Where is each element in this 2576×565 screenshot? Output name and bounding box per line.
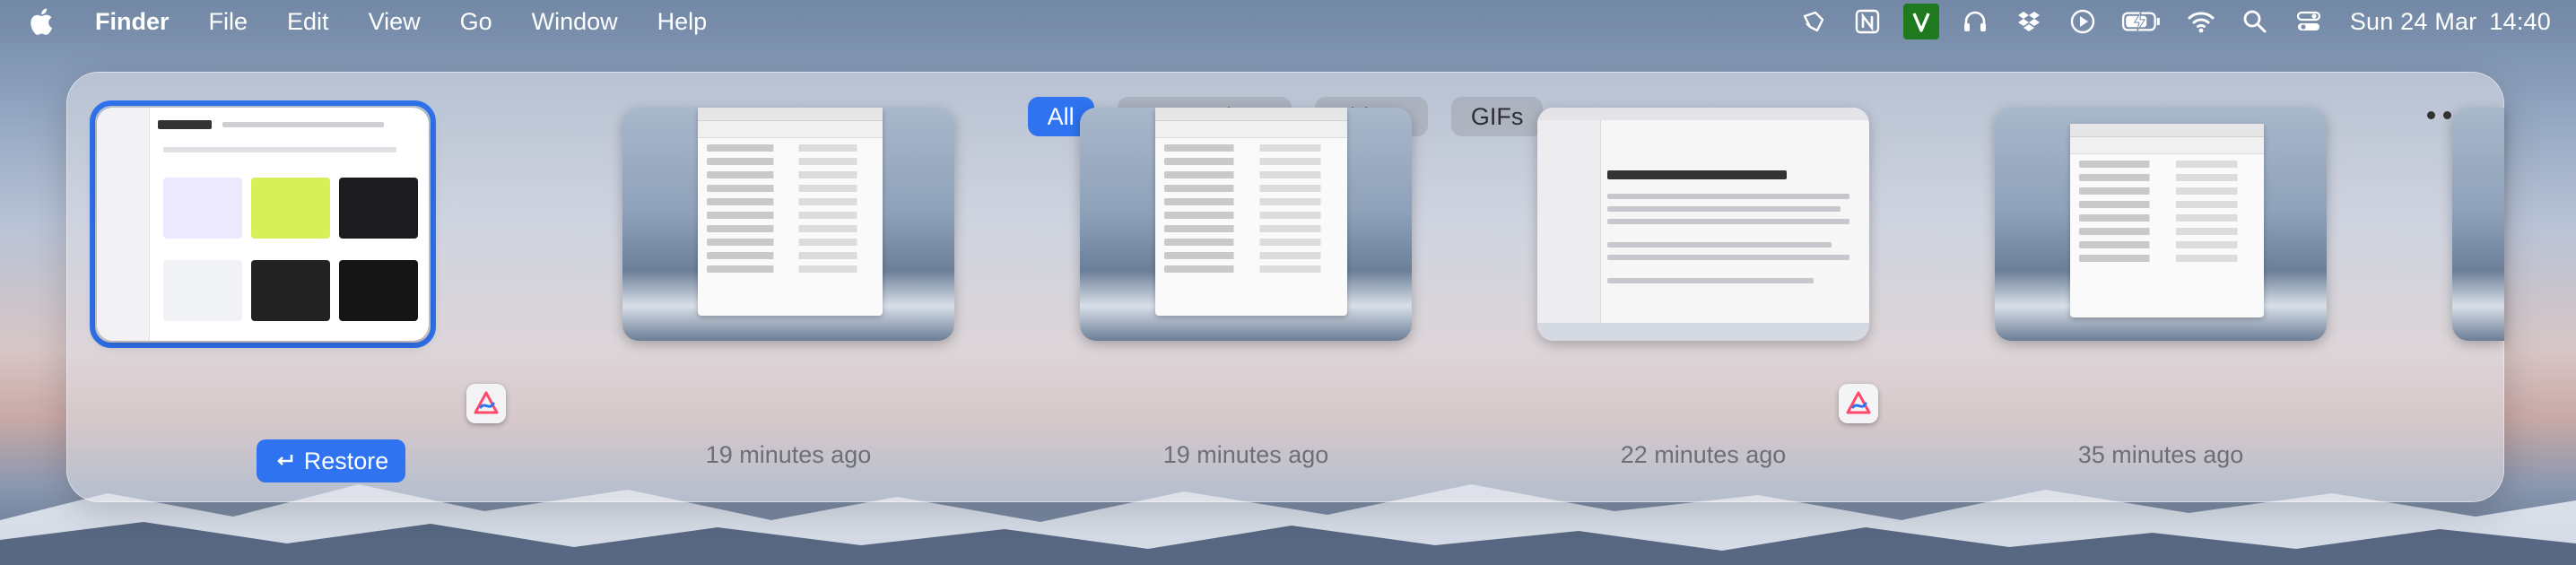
filter-gifs[interactable]: GIFs: [1450, 97, 1544, 136]
control-center-icon[interactable]: [2291, 4, 2327, 39]
thumbnail-5-time: 35 minutes ago: [2077, 441, 2244, 468]
wifi-icon[interactable]: [2183, 4, 2219, 39]
battery-charging-icon[interactable]: [2119, 4, 2165, 39]
menu-help[interactable]: Help: [657, 8, 708, 36]
thumbnail-2-time: 19 minutes ago: [705, 441, 872, 468]
menubar-clock[interactable]: Sun 24 Mar 14:40: [2350, 8, 2551, 36]
thumbnail-2-window: [698, 108, 883, 316]
menu-bar: Finder File Edit View Go Window Help Sun…: [0, 0, 2576, 43]
thumbnail-3[interactable]: [1080, 108, 1412, 341]
thumbnail-1[interactable]: [97, 108, 429, 341]
thumbnail-3-time: 19 minutes ago: [1162, 441, 1329, 468]
thumbnail-5-window: [2070, 124, 2264, 317]
notion-icon[interactable]: [1849, 4, 1885, 39]
thumbnail-4-annotate-badge[interactable]: [1839, 384, 1878, 423]
menu-view[interactable]: View: [369, 8, 421, 36]
menu-window[interactable]: Window: [532, 8, 618, 36]
restore-label: Restore: [303, 447, 389, 474]
restore-button[interactable]: Restore: [257, 439, 405, 482]
apple-logo-icon[interactable]: [27, 6, 54, 37]
play-circle-icon[interactable]: [2065, 4, 2101, 39]
clock-date: Sun 24 Mar: [2349, 7, 2477, 35]
dropbox-icon[interactable]: [2011, 4, 2047, 39]
thumbnail-4[interactable]: [1537, 108, 1869, 341]
thumbnail-4-time: 22 minutes ago: [1620, 441, 1787, 468]
thumbnail-2[interactable]: [622, 108, 954, 341]
thumbnail-3-window: [1155, 108, 1347, 316]
menu-finder[interactable]: Finder: [95, 8, 170, 36]
thumbnail-6-partial[interactable]: [2452, 108, 2504, 341]
headphones-icon[interactable]: [1957, 4, 1993, 39]
search-icon[interactable]: [2237, 4, 2273, 39]
clock-time: 14:40: [2489, 7, 2551, 35]
menu-go[interactable]: Go: [460, 8, 492, 36]
vim-icon[interactable]: [1902, 4, 1939, 39]
menu-edit[interactable]: Edit: [287, 8, 329, 36]
bookmark-icon[interactable]: [1796, 4, 1832, 39]
return-arrow-icon: [276, 455, 293, 465]
thumbnail-1-annotate-badge[interactable]: [466, 384, 506, 423]
thumbnail-5[interactable]: [1995, 108, 2327, 341]
menu-file[interactable]: File: [209, 8, 248, 36]
